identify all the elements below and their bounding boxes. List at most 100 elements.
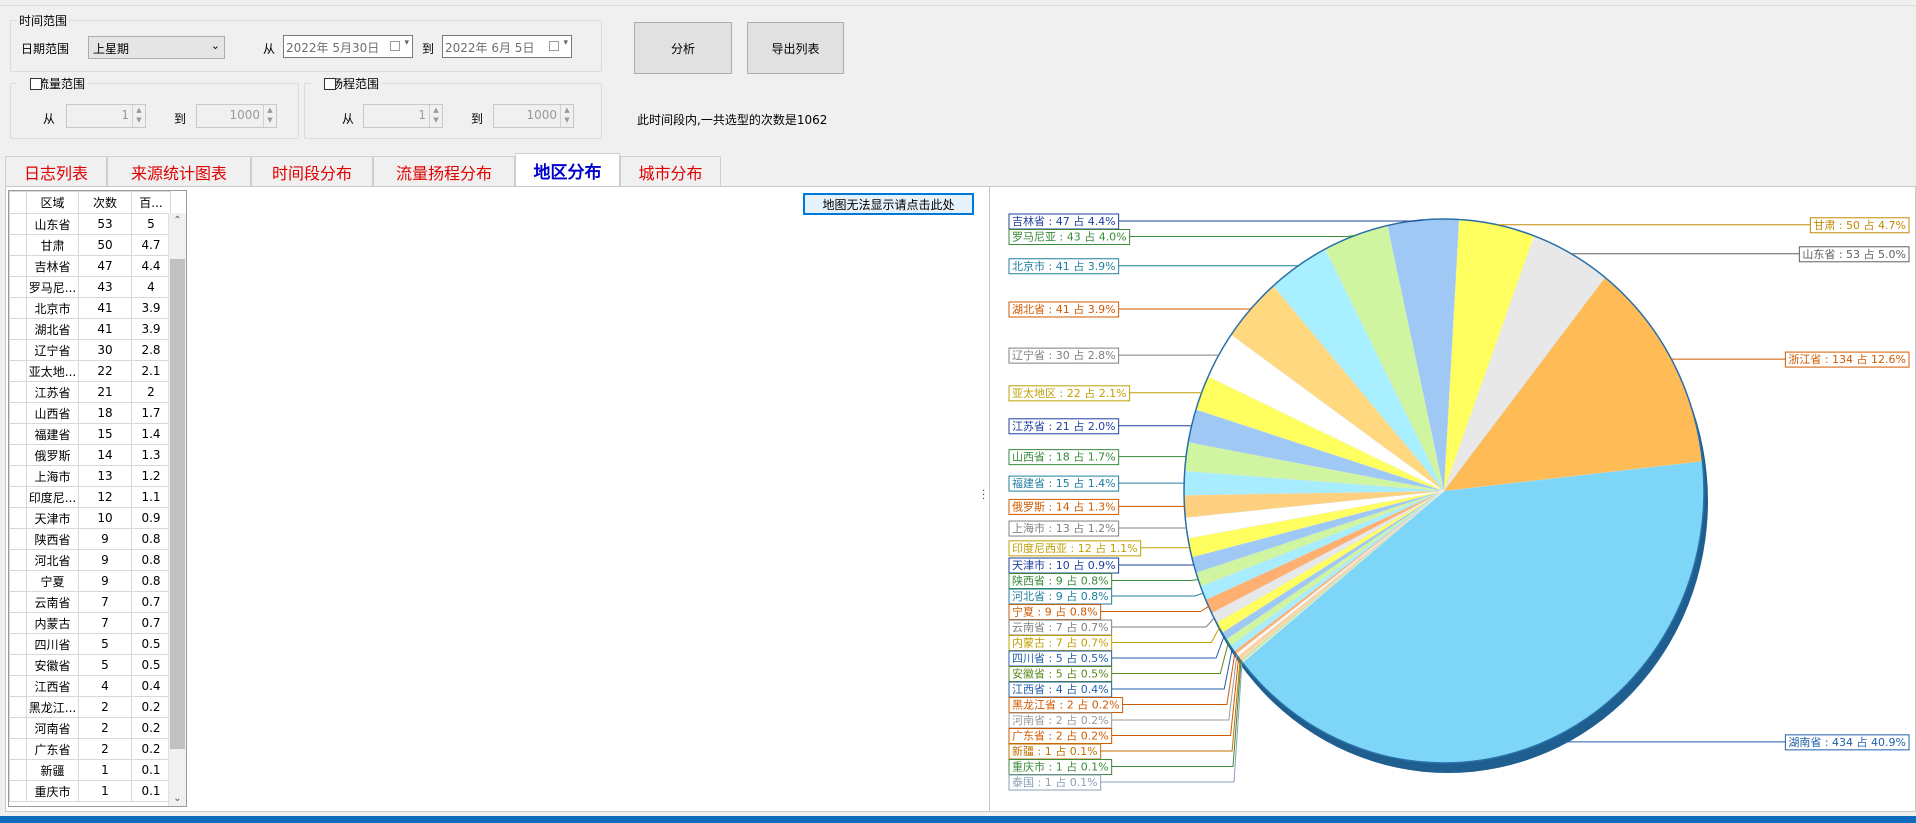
table-row[interactable]: 山西省 18 1.7	[9, 402, 171, 424]
row-header-cell[interactable]	[9, 360, 27, 382]
table-row[interactable]: 河南省 2 0.2	[9, 717, 171, 739]
map-fallback-button[interactable]: 地图无法显示请点击此处	[803, 193, 974, 215]
row-header-cell[interactable]	[9, 276, 27, 298]
row-header-cell[interactable]	[9, 696, 27, 718]
scroll-thumb[interactable]	[170, 259, 185, 749]
analyze-button[interactable]: 分析	[634, 22, 732, 74]
splitter-grip-icon[interactable]: · · ·	[982, 487, 985, 505]
column-header-count[interactable]: 次数	[78, 191, 132, 214]
flow-from-stepper[interactable]: 1 ▲ ▼	[66, 104, 146, 128]
table-row[interactable]: 江西省 4 0.4	[9, 675, 171, 697]
table-row[interactable]: 陕西省 9 0.8	[9, 528, 171, 550]
table-row[interactable]: 天津市 10 0.9	[9, 507, 171, 529]
row-header-cell[interactable]	[9, 213, 27, 235]
head-from-stepper[interactable]: 1 ▲ ▼	[363, 104, 443, 128]
flow-to-stepper[interactable]: 1000 ▲ ▼	[196, 104, 277, 128]
table-row[interactable]: 上海市 13 1.2	[9, 465, 171, 487]
tab-flow-head-distribution[interactable]: 流量扬程分布	[373, 156, 515, 186]
table-row[interactable]: 福建省 15 1.4	[9, 423, 171, 445]
row-header-cell[interactable]	[9, 591, 27, 613]
table-row[interactable]: 俄罗斯 14 1.3	[9, 444, 171, 466]
column-header-percent[interactable]: 百...	[131, 191, 171, 214]
spin-arrows-icon[interactable]: ▲ ▼	[263, 105, 276, 127]
grid-vertical-scrollbar[interactable]: ⌃ ⌄	[168, 213, 186, 806]
table-row[interactable]: 黑龙江... 2 0.2	[9, 696, 171, 718]
row-header-cell[interactable]	[9, 528, 27, 550]
column-header-region[interactable]: 区域	[26, 191, 79, 214]
to-date-picker[interactable]: 2022年 6月 5日 ▾	[442, 35, 572, 58]
scroll-up-icon[interactable]: ⌃	[169, 215, 186, 226]
table-row[interactable]: 吉林省 47 4.4	[9, 255, 171, 277]
table-row[interactable]: 云南省 7 0.7	[9, 591, 171, 613]
table-row[interactable]: 河北省 9 0.8	[9, 549, 171, 571]
table-row[interactable]: 四川省 5 0.5	[9, 633, 171, 655]
table-row[interactable]: 印度尼... 12 1.1	[9, 486, 171, 508]
table-row[interactable]: 广东省 2 0.2	[9, 738, 171, 760]
table-row[interactable]: 宁夏 9 0.8	[9, 570, 171, 592]
row-header-cell[interactable]	[9, 507, 27, 529]
table-row[interactable]: 辽宁省 30 2.8	[9, 339, 171, 361]
scroll-down-icon[interactable]: ⌄	[169, 793, 186, 804]
row-header-cell[interactable]	[9, 759, 27, 781]
row-header-cell[interactable]	[9, 654, 27, 676]
row-header-cell[interactable]	[9, 612, 27, 634]
pie-slice-label: 罗马尼亚 : 43 占 4.0%	[1012, 230, 1127, 244]
flow-range-checkbox[interactable]	[30, 78, 42, 90]
percent-cell: 2.8	[131, 339, 171, 361]
table-row[interactable]: 山东省 53 5	[9, 213, 171, 235]
table-row[interactable]: 亚太地... 22 2.1	[9, 360, 171, 382]
region-cell: 重庆市	[26, 780, 79, 802]
table-row[interactable]: 湖北省 41 3.9	[9, 318, 171, 340]
row-header-cell[interactable]	[9, 549, 27, 571]
region-cell: 上海市	[26, 465, 79, 487]
table-row[interactable]: 北京市 41 3.9	[9, 297, 171, 319]
tab-log-list[interactable]: 日志列表	[5, 156, 107, 186]
row-header-cell[interactable]	[9, 570, 27, 592]
row-header-cell[interactable]	[9, 234, 27, 256]
region-cell: 辽宁省	[26, 339, 79, 361]
spin-arrows-icon[interactable]: ▲ ▼	[560, 105, 573, 127]
row-header-cell[interactable]	[9, 465, 27, 487]
row-header-cell[interactable]	[9, 381, 27, 403]
row-header-cell[interactable]	[9, 717, 27, 739]
date-range-select[interactable]: 上星期 ⌄	[88, 36, 225, 59]
spin-arrows-icon[interactable]: ▲ ▼	[132, 105, 145, 127]
table-row[interactable]: 江苏省 21 2	[9, 381, 171, 403]
row-header-cell[interactable]	[9, 402, 27, 424]
row-header-cell[interactable]	[9, 444, 27, 466]
region-grid[interactable]: 区域 次数 百... 山东省 53 5 甘肃 50 4.7 吉林省 47 4.4 罗马尼... 43…	[8, 190, 187, 807]
count-cell: 43	[78, 276, 132, 298]
pie-slice-label: 吉林省 : 47 占 4.4%	[1012, 214, 1116, 228]
tab-city-distribution[interactable]: 城市分布	[620, 156, 721, 186]
row-header-cell[interactable]	[9, 633, 27, 655]
head-to-stepper[interactable]: 1000 ▲ ▼	[493, 104, 574, 128]
region-cell: 山西省	[26, 402, 79, 424]
head-range-checkbox[interactable]	[324, 78, 336, 90]
row-header-cell[interactable]	[9, 255, 27, 277]
row-header-cell[interactable]	[9, 297, 27, 319]
row-header-cell[interactable]	[9, 423, 27, 445]
row-header-cell[interactable]	[9, 339, 27, 361]
from-date-picker[interactable]: 2022年 5月30日 ▾	[283, 35, 413, 58]
tab-source-chart[interactable]: 来源统计图表	[107, 156, 251, 186]
row-header-cell[interactable]	[9, 780, 27, 802]
table-row[interactable]: 罗马尼... 43 4	[9, 276, 171, 298]
export-list-button[interactable]: 导出列表	[747, 22, 844, 74]
row-header-cell[interactable]	[9, 738, 27, 760]
row-header-cell[interactable]	[9, 675, 27, 697]
table-row[interactable]: 安徽省 5 0.5	[9, 654, 171, 676]
row-header-cell[interactable]	[9, 486, 27, 508]
percent-cell: 2.1	[131, 360, 171, 382]
row-header-cell[interactable]	[9, 318, 27, 340]
table-row[interactable]: 甘肃 50 4.7	[9, 234, 171, 256]
table-row[interactable]: 新疆 1 0.1	[9, 759, 171, 781]
percent-cell: 0.7	[131, 591, 171, 613]
tab-region-distribution[interactable]: 地区分布	[515, 153, 620, 187]
table-row[interactable]: 内蒙古 7 0.7	[9, 612, 171, 634]
percent-cell: 0.4	[131, 675, 171, 697]
table-row[interactable]: 重庆市 1 0.1	[9, 780, 171, 802]
percent-cell: 1.1	[131, 486, 171, 508]
percent-cell: 4	[131, 276, 171, 298]
tab-time-distribution[interactable]: 时间段分布	[251, 156, 373, 186]
spin-arrows-icon[interactable]: ▲ ▼	[429, 105, 442, 127]
